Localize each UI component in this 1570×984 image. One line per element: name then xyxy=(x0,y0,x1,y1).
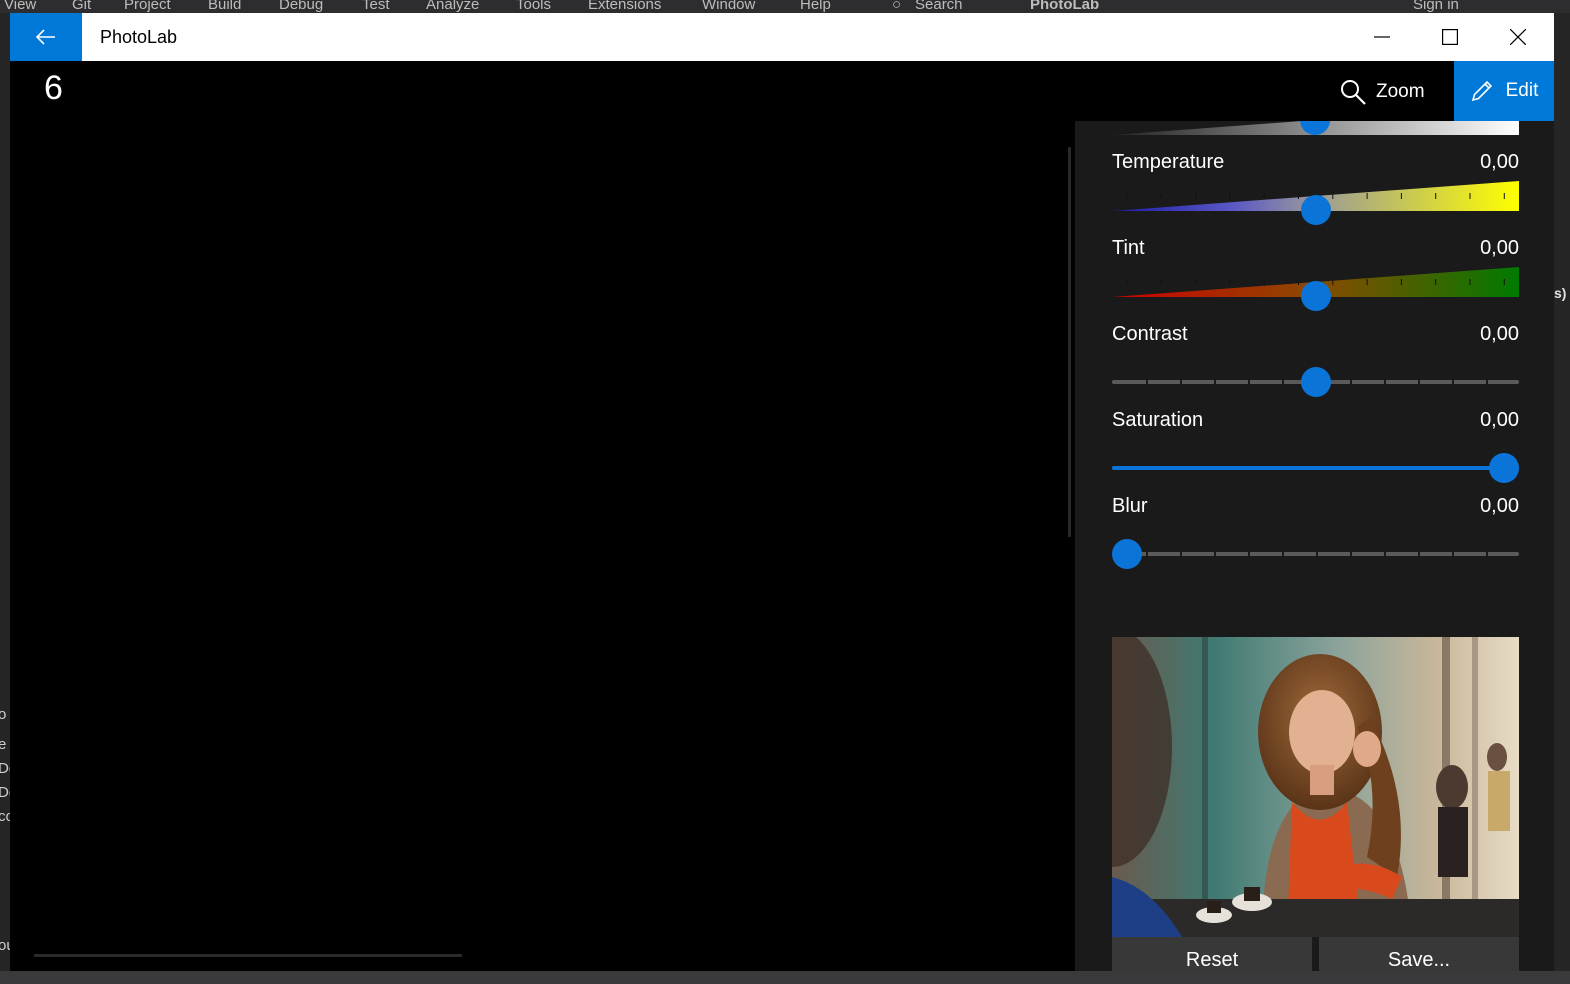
track-tick xyxy=(1452,552,1454,556)
close-icon xyxy=(1510,29,1526,45)
contrast-thumb[interactable] xyxy=(1300,367,1331,397)
track-tick xyxy=(1486,380,1488,384)
window-title: PhotoLab xyxy=(100,27,178,47)
temperature-slider: Temperature 0,00 xyxy=(1112,151,1519,237)
background-ide-menu: View Git Project Build Debug Test Analyz… xyxy=(0,0,1570,13)
bg-menu-item: Test xyxy=(362,0,390,13)
photo-preview xyxy=(1112,637,1519,937)
slider-label: Contrast xyxy=(1112,323,1188,345)
track-tick xyxy=(1248,552,1250,556)
slider-label: Tint xyxy=(1112,237,1145,259)
slider-value: 0,00 xyxy=(1480,495,1519,517)
bg-menu-item: Git xyxy=(72,0,92,13)
background-ide-left-pane: o e De De co ou xyxy=(0,13,17,973)
maximize-icon xyxy=(1442,29,1458,45)
slider-value: 0,00 xyxy=(1480,237,1519,259)
blur-track[interactable] xyxy=(1112,552,1519,556)
blur-slider: Blur 0,00 xyxy=(1112,495,1519,581)
track-tick xyxy=(1384,552,1386,556)
zoom-button[interactable]: Zoom xyxy=(1340,75,1425,109)
search-icon xyxy=(1341,80,1366,105)
partial-slider xyxy=(1112,121,1519,135)
save-button[interactable]: Save... xyxy=(1319,937,1519,971)
reset-button[interactable]: Reset xyxy=(1112,937,1312,971)
bg-menu-item: Window xyxy=(702,0,756,13)
minimize-button[interactable] xyxy=(1348,13,1416,61)
track-tick xyxy=(1384,380,1386,384)
bg-fragment: s) xyxy=(1554,285,1567,301)
horizontal-scrollbar[interactable] xyxy=(34,954,462,957)
bg-fragment: o xyxy=(0,706,7,723)
bg-menu-item: Help xyxy=(800,0,831,13)
pencil-icon xyxy=(1471,80,1492,102)
track-tick xyxy=(1282,380,1284,384)
track-tick xyxy=(1180,380,1182,384)
bg-sign-in: Sign in xyxy=(1413,0,1459,13)
track-tick xyxy=(1214,380,1216,384)
zoom-label: Zoom xyxy=(1376,81,1425,102)
tint-thumb[interactable] xyxy=(1300,281,1331,311)
slider-label: Temperature xyxy=(1112,151,1225,173)
track-tick xyxy=(1180,552,1182,556)
bg-menu-item: Extensions xyxy=(588,0,662,13)
saturation-thumb[interactable] xyxy=(1489,453,1519,483)
background-ide-right-pane: s) xyxy=(1554,13,1570,973)
bg-menu-item: Debug xyxy=(279,0,324,13)
temperature-thumb[interactable] xyxy=(1300,195,1331,225)
edit-label: Edit xyxy=(1505,80,1539,101)
track-tick xyxy=(1350,552,1352,556)
slider-label: Blur xyxy=(1112,495,1148,517)
track-tick xyxy=(1350,380,1352,384)
photolab-window: PhotoLab 6 Zoom Edit Temperature 0,00 Ti… xyxy=(10,13,1554,971)
bg-solution-name: PhotoLab xyxy=(1030,0,1100,13)
slider-value: 0,00 xyxy=(1480,409,1519,431)
vertical-scrollbar[interactable] xyxy=(1068,147,1071,537)
bg-menu-item: Project xyxy=(124,0,171,13)
edit-button[interactable]: Edit xyxy=(1454,61,1554,121)
slider-value: 0,00 xyxy=(1480,323,1519,345)
bg-menu-item: Build xyxy=(208,0,242,13)
bg-menu-item: Tools xyxy=(516,0,552,13)
close-button[interactable] xyxy=(1484,13,1552,61)
photo-view: 6 Zoom Edit Temperature 0,00 Tint 0,00 C… xyxy=(10,61,1554,971)
maximize-button[interactable] xyxy=(1416,13,1484,61)
track-tick xyxy=(1452,380,1454,384)
minimize-icon xyxy=(1374,36,1390,38)
edit-panel: Temperature 0,00 Tint 0,00 Contrast 0,00… xyxy=(1075,121,1554,971)
contrast-slider: Contrast 0,00 xyxy=(1112,323,1519,409)
track-tick xyxy=(1146,552,1148,556)
bg-search-icon: ○ xyxy=(892,0,902,13)
track-tick xyxy=(1248,380,1250,384)
track-tick xyxy=(1486,552,1488,556)
bg-search-label: Search xyxy=(915,0,963,13)
bg-menu-item: Analyze xyxy=(426,0,480,13)
track-tick xyxy=(1146,380,1148,384)
saturation-slider: Saturation 0,00 xyxy=(1112,409,1519,495)
track-tick xyxy=(1316,552,1318,556)
back-button[interactable] xyxy=(10,13,82,61)
arrow-left-icon xyxy=(36,29,55,45)
background-ide-status-bar xyxy=(0,971,1570,984)
title-bar: PhotoLab xyxy=(10,13,1554,61)
bg-menu-item: View xyxy=(4,0,37,13)
tint-slider: Tint 0,00 xyxy=(1112,237,1519,323)
track-tick xyxy=(1214,552,1216,556)
bg-fragment: e xyxy=(0,736,7,753)
track-tick xyxy=(1282,552,1284,556)
track-tick xyxy=(1418,552,1420,556)
image-number: 6 xyxy=(44,69,63,107)
slider-value: 0,00 xyxy=(1480,151,1519,173)
track-tick xyxy=(1418,380,1420,384)
saturation-fill xyxy=(1112,466,1519,470)
blur-thumb[interactable] xyxy=(1112,539,1142,569)
slider-label: Saturation xyxy=(1112,409,1204,431)
